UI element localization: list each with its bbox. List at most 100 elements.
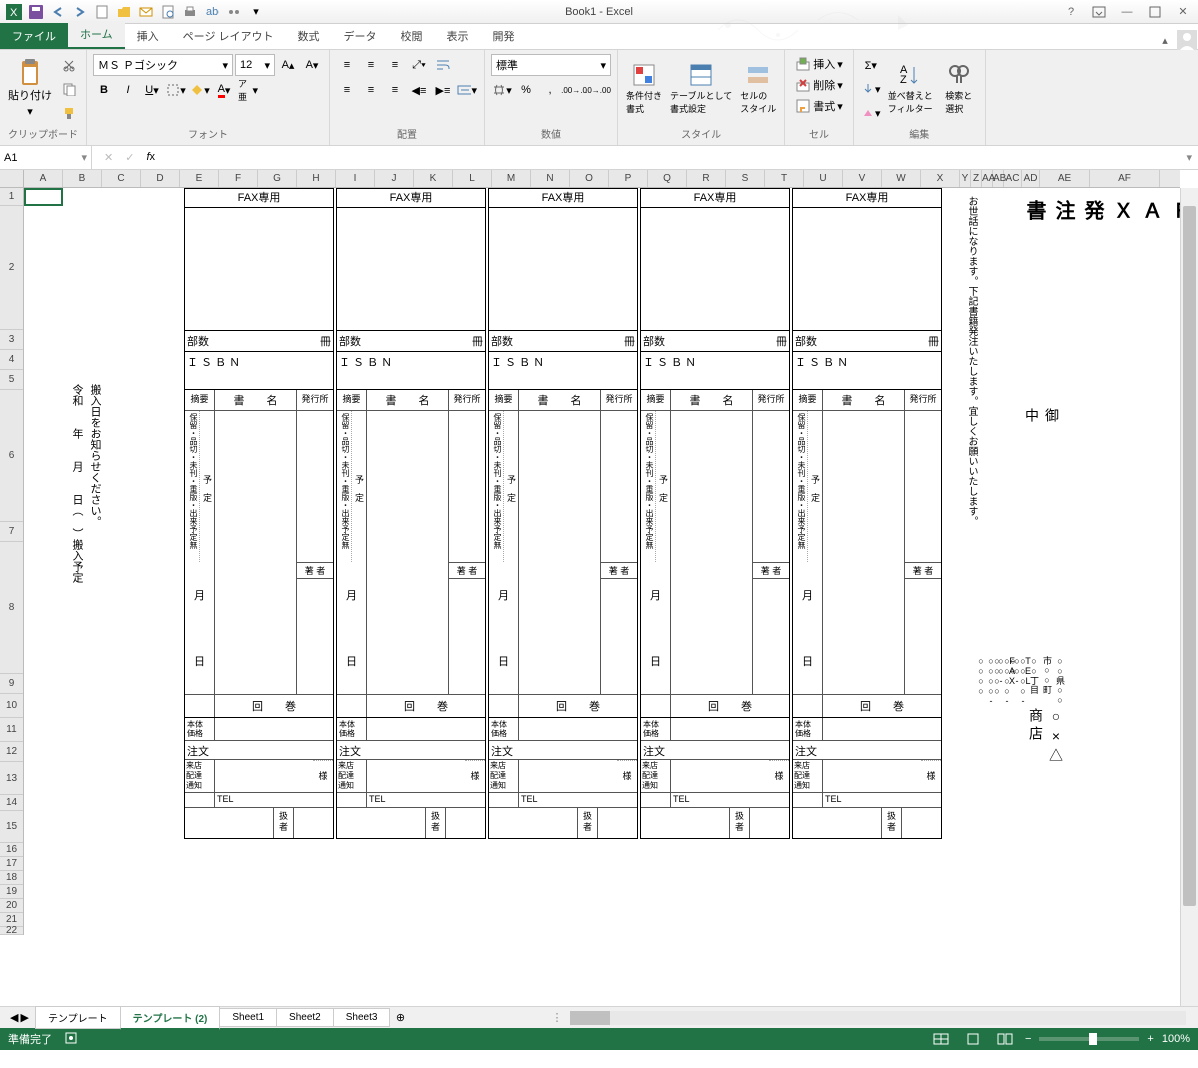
- minimize-icon[interactable]: —: [1116, 3, 1138, 21]
- font-size-combo[interactable]: 12▾: [235, 54, 275, 76]
- row-header-11[interactable]: 11: [0, 718, 23, 742]
- add-sheet-button[interactable]: ⊕: [389, 1011, 411, 1024]
- col-header-N[interactable]: N: [531, 170, 570, 187]
- insert-cells-button[interactable]: 挿入 ▾: [791, 54, 847, 74]
- col-header-D[interactable]: D: [141, 170, 180, 187]
- align-bottom-icon[interactable]: ≡: [384, 54, 406, 76]
- col-header-I[interactable]: I: [336, 170, 375, 187]
- col-header-C[interactable]: C: [102, 170, 141, 187]
- copy-icon[interactable]: [58, 78, 80, 100]
- tab-split-handle[interactable]: ⋮: [551, 1011, 562, 1024]
- row-header-9[interactable]: 9: [0, 674, 23, 694]
- tab-file[interactable]: ファイル: [0, 23, 68, 49]
- row-header-7[interactable]: 7: [0, 522, 23, 542]
- fill-color-icon[interactable]: ▾: [189, 79, 211, 101]
- percent-icon[interactable]: %: [515, 79, 537, 101]
- underline-icon[interactable]: U▾: [141, 79, 163, 101]
- col-header-K[interactable]: K: [414, 170, 453, 187]
- col-header-E[interactable]: E: [180, 170, 219, 187]
- col-header-A[interactable]: A: [24, 170, 63, 187]
- tab-review[interactable]: 校閲: [389, 23, 435, 49]
- sheet-tab-2[interactable]: Sheet1: [219, 1008, 277, 1027]
- col-header-M[interactable]: M: [492, 170, 531, 187]
- tab-home[interactable]: ホーム: [68, 21, 125, 49]
- h-scroll-thumb[interactable]: [570, 1011, 610, 1025]
- col-header-S[interactable]: S: [726, 170, 765, 187]
- select-all-corner[interactable]: [0, 170, 24, 188]
- italic-icon[interactable]: I: [117, 79, 139, 101]
- row-header-17[interactable]: 17: [0, 857, 23, 871]
- phonetic-icon[interactable]: ア亜▾: [237, 79, 259, 101]
- delete-cells-button[interactable]: 削除 ▾: [791, 75, 847, 95]
- fill-icon[interactable]: ▾: [860, 78, 882, 100]
- maximize-icon[interactable]: [1144, 3, 1166, 21]
- col-header-R[interactable]: R: [687, 170, 726, 187]
- font-name-combo[interactable]: ＭＳ Ｐゴシック▾: [93, 54, 233, 76]
- col-header-Z[interactable]: Z: [971, 170, 982, 187]
- col-header-L[interactable]: L: [453, 170, 492, 187]
- row-header-10[interactable]: 10: [0, 694, 23, 718]
- format-cells-button[interactable]: 書式 ▾: [791, 96, 847, 116]
- col-header-G[interactable]: G: [258, 170, 297, 187]
- row-header-5[interactable]: 5: [0, 370, 23, 390]
- sheet-nav-prev-icon[interactable]: ◀: [10, 1011, 18, 1024]
- zoom-slider[interactable]: [1039, 1037, 1139, 1041]
- autosum-icon[interactable]: Σ▾: [860, 54, 882, 76]
- col-header-AF[interactable]: AF: [1090, 170, 1160, 187]
- paste-button[interactable]: 貼り付け ▾: [6, 54, 54, 124]
- save-icon[interactable]: [26, 2, 46, 22]
- cell-styles-button[interactable]: セルの スタイル: [738, 54, 778, 124]
- col-header-W[interactable]: W: [882, 170, 921, 187]
- ribbon-options-icon[interactable]: [1088, 3, 1110, 21]
- grow-font-icon[interactable]: A▴: [277, 54, 299, 76]
- tab-data[interactable]: データ: [332, 23, 389, 49]
- expand-formula-icon[interactable]: ▾: [1180, 151, 1198, 164]
- sheet-tab-1[interactable]: テンプレート (2): [120, 1006, 221, 1030]
- row-header-12[interactable]: 12: [0, 742, 23, 762]
- zoom-out-icon[interactable]: −: [1025, 1033, 1031, 1045]
- wrap-text-icon[interactable]: [432, 54, 454, 76]
- shrink-font-icon[interactable]: A▾: [301, 54, 323, 76]
- preview-icon[interactable]: [158, 2, 178, 22]
- fx-icon[interactable]: fx: [146, 151, 155, 164]
- align-left-icon[interactable]: ≡: [336, 79, 358, 101]
- number-format-combo[interactable]: 標準▾: [491, 54, 611, 76]
- col-header-AB[interactable]: AB: [993, 170, 1004, 187]
- col-header-P[interactable]: P: [609, 170, 648, 187]
- row-header-8[interactable]: 8: [0, 542, 23, 674]
- collapse-ribbon-icon[interactable]: ▴: [1154, 31, 1176, 49]
- cells-area[interactable]: 搬入日をお知らせください。 令和 年 月 日（ ）搬入予定 お世話になります。下…: [24, 188, 1180, 1006]
- col-header-F[interactable]: F: [219, 170, 258, 187]
- align-center-icon[interactable]: ≡: [360, 79, 382, 101]
- vertical-scrollbar[interactable]: [1180, 188, 1198, 1006]
- font-color-icon[interactable]: A▾: [213, 79, 235, 101]
- zoom-in-icon[interactable]: +: [1147, 1033, 1153, 1045]
- worksheet-grid[interactable]: ABCDEFGHIJKLMNOPQRSTUVWXYZAAABACADAEAF 1…: [0, 170, 1198, 1006]
- find-select-button[interactable]: 検索と 選択: [939, 54, 979, 124]
- orientation-icon[interactable]: ⤢▾: [408, 54, 430, 76]
- row-header-19[interactable]: 19: [0, 885, 23, 899]
- col-header-V[interactable]: V: [843, 170, 882, 187]
- row-header-6[interactable]: 6: [0, 390, 23, 522]
- indent-decrease-icon[interactable]: ◀≡: [408, 79, 430, 101]
- align-top-icon[interactable]: ≡: [336, 54, 358, 76]
- sort-filter-button[interactable]: AZ並べ替えと フィルター: [886, 54, 935, 124]
- tab-formulas[interactable]: 数式: [286, 23, 332, 49]
- row-header-18[interactable]: 18: [0, 871, 23, 885]
- col-header-AE[interactable]: AE: [1040, 170, 1090, 187]
- row-header-22[interactable]: 22: [0, 927, 23, 935]
- print-icon[interactable]: [180, 2, 200, 22]
- row-header-15[interactable]: 15: [0, 811, 23, 843]
- col-header-AC[interactable]: AC: [1004, 170, 1022, 187]
- row-header-1[interactable]: 1: [0, 188, 23, 206]
- bold-icon[interactable]: B: [93, 79, 115, 101]
- col-header-T[interactable]: T: [765, 170, 804, 187]
- increase-decimal-icon[interactable]: .00→.0: [563, 79, 585, 101]
- row-header-16[interactable]: 16: [0, 843, 23, 857]
- col-header-H[interactable]: H: [297, 170, 336, 187]
- sheet-tab-0[interactable]: テンプレート: [35, 1006, 121, 1029]
- qat-dropdown-icon[interactable]: ▾: [246, 2, 266, 22]
- merge-icon[interactable]: ▾: [456, 79, 478, 101]
- page-layout-view-icon[interactable]: [961, 1030, 985, 1048]
- tab-view[interactable]: 表示: [435, 23, 481, 49]
